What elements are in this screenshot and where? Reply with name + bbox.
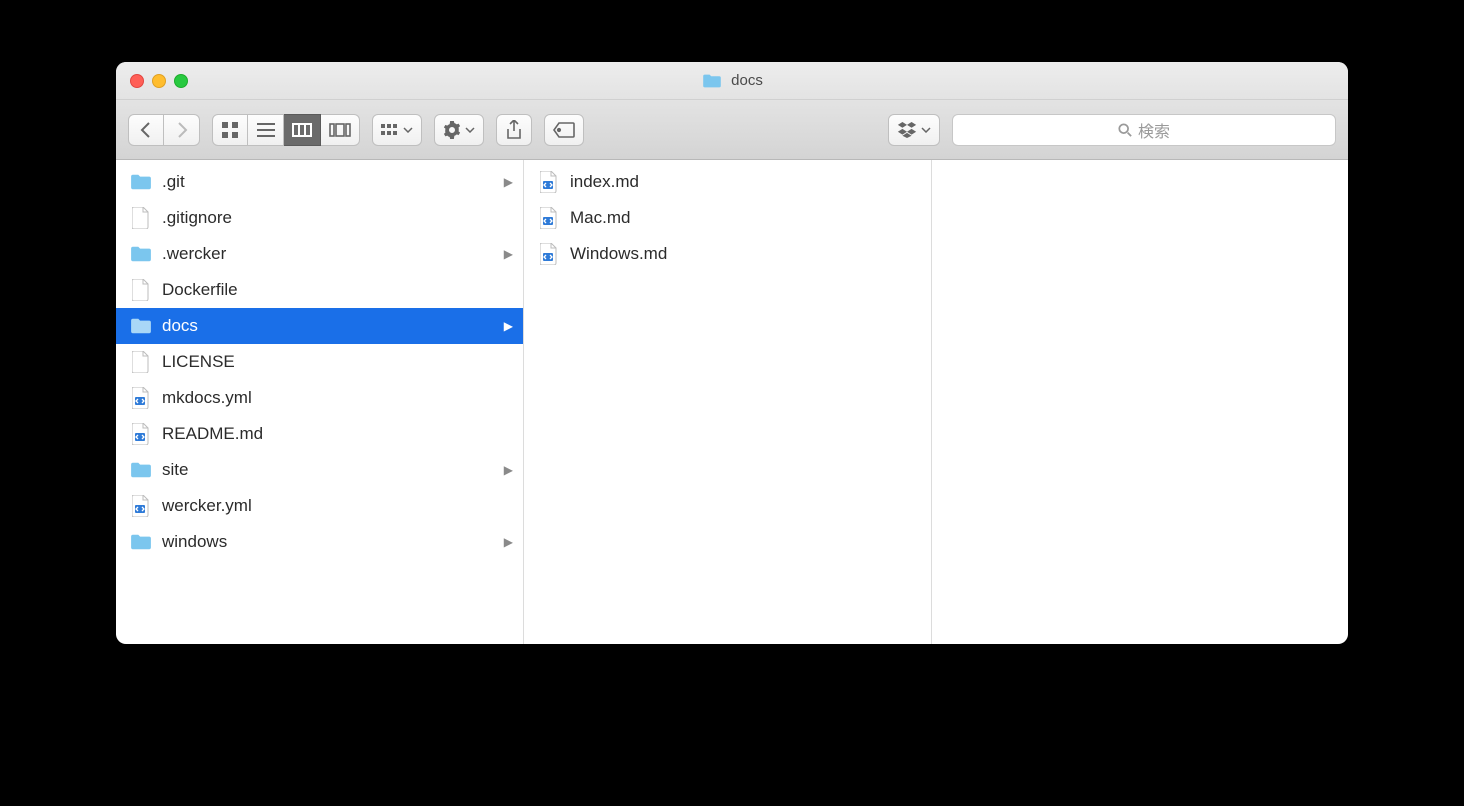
file-icon <box>130 279 152 301</box>
gallery-view-button[interactable] <box>321 114 360 146</box>
folder-icon <box>130 459 152 481</box>
code-file-icon <box>130 423 152 445</box>
tags-button[interactable] <box>544 114 584 146</box>
folder-icon <box>130 531 152 553</box>
list-item[interactable]: LICENSE <box>116 344 523 380</box>
item-label: Dockerfile <box>162 280 238 300</box>
file-icon <box>130 207 152 229</box>
list-item[interactable]: wercker.yml <box>116 488 523 524</box>
item-label: .git <box>162 172 185 192</box>
folder-icon <box>130 315 152 337</box>
code-file-icon <box>538 207 560 229</box>
item-label: .wercker <box>162 244 226 264</box>
list-item[interactable]: docs ▶ <box>116 308 523 344</box>
disclosure-arrow-icon: ▶ <box>504 535 513 549</box>
item-label: .gitignore <box>162 208 232 228</box>
item-label: windows <box>162 532 227 552</box>
action-button[interactable] <box>434 114 484 146</box>
column-view-button[interactable] <box>284 114 321 146</box>
view-mode-buttons <box>212 114 360 146</box>
finder-window: docs <box>116 62 1348 644</box>
close-button[interactable] <box>130 74 144 88</box>
minimize-button[interactable] <box>152 74 166 88</box>
list-item[interactable]: README.md <box>116 416 523 452</box>
code-file-icon <box>538 171 560 193</box>
item-label: site <box>162 460 188 480</box>
window-title: docs <box>116 70 1348 92</box>
file-icon <box>130 351 152 373</box>
disclosure-arrow-icon: ▶ <box>504 175 513 189</box>
arrange-button[interactable] <box>372 114 422 146</box>
list-item[interactable]: .git ▶ <box>116 164 523 200</box>
column-browser: .git ▶ .gitignore .wercker ▶ Dockerfile docs ▶ L… <box>116 160 1348 644</box>
folder-icon <box>130 171 152 193</box>
item-label: wercker.yml <box>162 496 252 516</box>
folder-icon <box>130 243 152 265</box>
item-label: README.md <box>162 424 263 444</box>
list-item[interactable]: windows ▶ <box>116 524 523 560</box>
code-file-icon <box>538 243 560 265</box>
disclosure-arrow-icon: ▶ <box>504 319 513 333</box>
item-label: index.md <box>570 172 639 192</box>
titlebar: docs <box>116 62 1348 100</box>
list-item[interactable]: .wercker ▶ <box>116 236 523 272</box>
column-0[interactable]: .git ▶ .gitignore .wercker ▶ Dockerfile docs ▶ L… <box>116 160 524 644</box>
disclosure-arrow-icon: ▶ <box>504 463 513 477</box>
forward-button[interactable] <box>164 114 200 146</box>
share-button[interactable] <box>496 114 532 146</box>
icon-view-button[interactable] <box>212 114 248 146</box>
list-item[interactable]: site ▶ <box>116 452 523 488</box>
column-2[interactable] <box>932 160 1348 644</box>
item-label: Windows.md <box>570 244 667 264</box>
item-label: LICENSE <box>162 352 235 372</box>
search-placeholder: 検索 <box>1138 118 1170 142</box>
folder-icon <box>701 70 723 92</box>
list-item[interactable]: Dockerfile <box>116 272 523 308</box>
list-item[interactable]: mkdocs.yml <box>116 380 523 416</box>
dropbox-button[interactable] <box>888 114 940 146</box>
item-label: docs <box>162 316 198 336</box>
item-label: mkdocs.yml <box>162 388 252 408</box>
search-icon <box>1118 123 1132 137</box>
code-file-icon <box>130 495 152 517</box>
column-1[interactable]: index.md Mac.md Windows.md <box>524 160 932 644</box>
toolbar: 検索 <box>116 100 1348 160</box>
traffic-lights <box>116 74 188 88</box>
list-item[interactable]: Windows.md <box>524 236 931 272</box>
list-view-button[interactable] <box>248 114 284 146</box>
item-label: Mac.md <box>570 208 630 228</box>
list-item[interactable]: .gitignore <box>116 200 523 236</box>
window-title-text: docs <box>731 72 763 89</box>
search-field[interactable]: 検索 <box>952 114 1336 146</box>
disclosure-arrow-icon: ▶ <box>504 247 513 261</box>
back-button[interactable] <box>128 114 164 146</box>
code-file-icon <box>130 387 152 409</box>
list-item[interactable]: index.md <box>524 164 931 200</box>
list-item[interactable]: Mac.md <box>524 200 931 236</box>
zoom-button[interactable] <box>174 74 188 88</box>
nav-buttons <box>128 114 200 146</box>
